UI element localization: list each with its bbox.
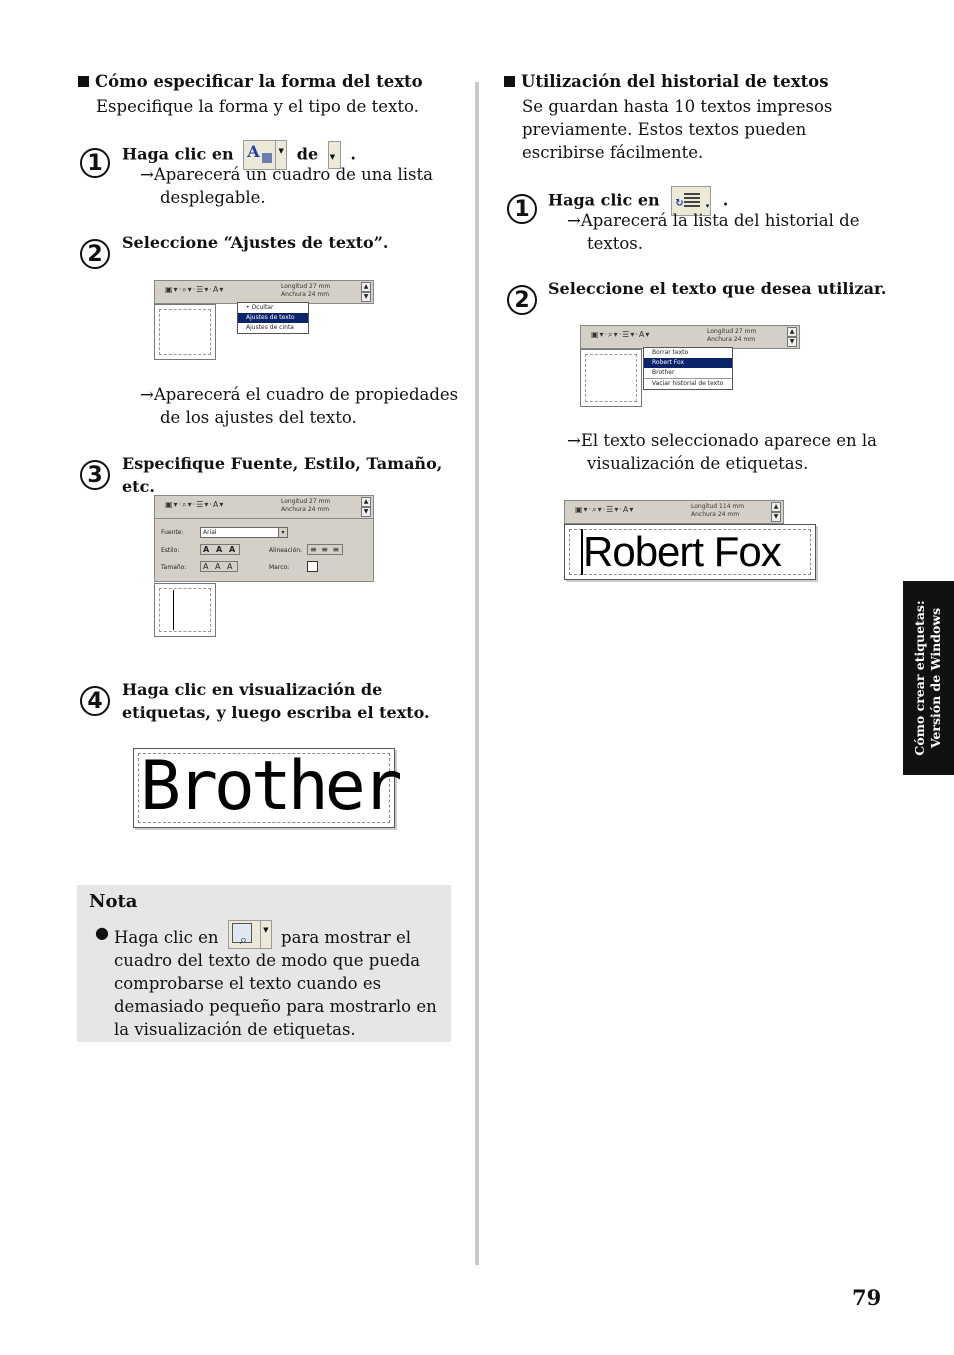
label-display-robert-fox[interactable]: Robert Fox	[564, 524, 816, 580]
step-number-1: 1	[80, 148, 110, 178]
toolbar: ▣▾·⌕▾·☰▾·A▾ Longitud 27 mm Anchura 24 mm …	[154, 280, 374, 304]
left-step2-result: →Aparecerá el cuadro de propiedades de l…	[140, 385, 459, 427]
style-buttons[interactable]: A A A	[200, 544, 241, 555]
chapter-side-tab: Cómo crear etiquetas: Versión de Windows	[903, 581, 954, 775]
scroll-down-icon[interactable]: ▼	[771, 512, 781, 522]
screenshot-dropdown-menu: ▣▾·⌕▾·☰▾·A▾ Longitud 27 mm Anchura 24 mm …	[154, 280, 374, 360]
right-step1-result: →Aparecerá la lista del historial de tex…	[567, 211, 860, 253]
length-info: Longitud 27 mm Anchura 24 mm	[281, 498, 331, 513]
length-info: Longitud 114 mm Anchura 24 mm	[691, 503, 745, 518]
right-step2-result: →El texto seleccionado aparece en la vis…	[567, 431, 877, 473]
label-text-robert-fox: Robert Fox	[583, 528, 782, 575]
label-display-brother[interactable]: Brother	[133, 747, 403, 828]
toolbar: ▣▾·⌕▾·☰▾·A▾ Longitud 27 mm Anchura 24 mm …	[154, 495, 374, 519]
screenshot-robert-fox-label: ▣▾·⌕▾·☰▾·A▾ Longitud 114 mm Anchura 24 mm…	[564, 500, 818, 582]
right-step2-title: Seleccione el texto que desea utilizar.	[548, 279, 887, 298]
toolbar-icons: ▣▾·⌕▾·☰▾·A▾	[165, 500, 225, 509]
toolbar-icons: ▣▾·⌕▾·☰▾·A▾	[575, 505, 635, 514]
left-step1-result: →Aparecerá un cuadro de una lista desple…	[140, 165, 433, 207]
left-section-title: Cómo especificar la forma del texto	[78, 72, 423, 91]
step-number-4: 4	[80, 686, 110, 716]
menu-item-vaciar-historial[interactable]: Vaciar historial de texto	[644, 378, 732, 389]
square-bullet-icon	[504, 76, 515, 87]
toolbar: ▣▾·⌕▾·☰▾·A▾ Longitud 27 mm Anchura 24 mm …	[580, 325, 800, 349]
note-box: Nota ● Haga clic en ⌕ ▼ para mostrar el …	[77, 885, 451, 1042]
menu-item-ajustes-cinta[interactable]: Ajustes de cinta	[238, 323, 308, 333]
length-info: Longitud 27 mm Anchura 24 mm	[707, 328, 757, 343]
alignment-buttons[interactable]: ≡ ≡ ≡	[307, 544, 344, 555]
page-number: 79	[852, 1285, 882, 1310]
length-info: Longitud 27 mm Anchura 24 mm	[281, 283, 331, 298]
column-divider	[475, 82, 479, 1265]
label-canvas[interactable]	[154, 304, 216, 360]
toolbar: ▣▾·⌕▾·☰▾·A▾ Longitud 114 mm Anchura 24 mm…	[564, 500, 784, 524]
note-title: Nota	[89, 891, 138, 912]
toolbar-icons: ▣▾·⌕▾·☰▾·A▾	[165, 285, 225, 294]
label-canvas[interactable]	[580, 349, 642, 407]
screenshot-history-menu: ▣▾·⌕▾·☰▾·A▾ Longitud 27 mm Anchura 24 mm …	[580, 325, 802, 407]
right-section-title: Utilización del historial de textos	[504, 72, 828, 91]
left-step4-title: Haga clic en visualización de etiquetas,…	[122, 680, 430, 722]
note-text: Haga clic en ⌕ ▼ para mostrar el cuadro …	[114, 920, 444, 1041]
font-select[interactable]: Arial ▾	[200, 527, 288, 538]
right-section-intro: Se guardan hasta 10 textos impresos prev…	[522, 97, 833, 162]
menu-item-brother[interactable]: Brother	[644, 368, 732, 378]
toolbar-icons: ▣▾·⌕▾·☰▾·A▾	[591, 330, 651, 339]
step-number-2: 2	[80, 239, 110, 269]
frame-button[interactable]	[307, 561, 318, 572]
scroll-down-icon[interactable]: ▼	[787, 337, 797, 347]
text-properties-panel: Fuente: Arial ▾ Estilo: A A A Tamaño: A A…	[154, 518, 374, 582]
step-number-1-right: 1	[507, 194, 537, 224]
menu-item-ajustes-texto[interactable]: Ajustes de texto	[238, 313, 308, 323]
left-section-intro: Especifique la forma y el tipo de texto.	[96, 97, 419, 116]
left-step2-title: Seleccione “Ajustes de texto”.	[122, 233, 389, 252]
label-text-brother: Brother	[140, 747, 403, 826]
menu-item-borrar-texto[interactable]: Borrar texto	[644, 348, 732, 358]
scroll-down-icon[interactable]: ▼	[361, 507, 371, 517]
menu-item-robert-fox[interactable]: Robert Fox	[644, 358, 732, 368]
left-step3-title: Especifique Fuente, Estilo, Tamaño, etc.	[122, 454, 443, 496]
scroll-up-icon[interactable]: ▲	[361, 497, 371, 507]
step-number-3: 3	[80, 460, 110, 490]
scroll-up-icon[interactable]: ▲	[361, 282, 371, 292]
side-tab-text: Cómo crear etiquetas: Versión de Windows	[912, 600, 943, 756]
dropdown-menu: • Ocultar Ajustes de texto Ajustes de ci…	[237, 302, 309, 334]
size-buttons[interactable]: A A A	[200, 561, 238, 572]
menu-item-ocultar[interactable]: • Ocultar	[238, 303, 308, 313]
scroll-down-icon[interactable]: ▼	[361, 292, 371, 302]
label-canvas[interactable]	[154, 583, 216, 637]
scroll-up-icon[interactable]: ▲	[771, 502, 781, 512]
text-box-view-button-icon[interactable]: ⌕ ▼	[227, 920, 272, 949]
history-menu: Borrar texto Robert Fox Brother Vaciar h…	[643, 347, 733, 390]
scroll-up-icon[interactable]: ▲	[787, 327, 797, 337]
note-bullet-icon: ●	[95, 923, 109, 942]
step-number-2-right: 2	[507, 285, 537, 315]
square-bullet-icon	[78, 76, 89, 87]
screenshot-text-properties: ▣▾·⌕▾·☰▾·A▾ Longitud 27 mm Anchura 24 mm …	[154, 495, 374, 637]
